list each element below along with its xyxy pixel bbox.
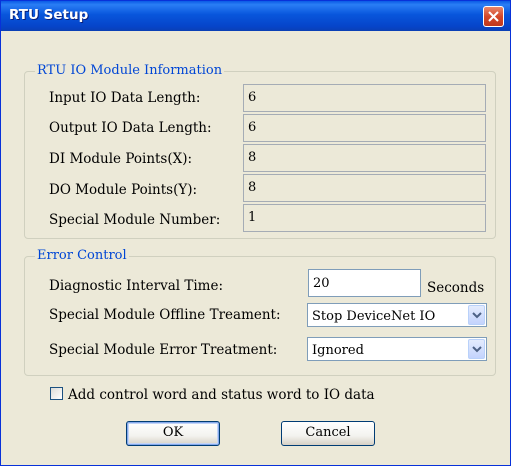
di-module-points-label: DI Module Points(X): <box>49 151 193 167</box>
special-module-number-value: 1 <box>243 204 486 232</box>
cancel-button[interactable]: Cancel <box>281 421 375 446</box>
do-module-points-label: DO Module Points(Y): <box>49 182 198 198</box>
error-control-group-legend: Error Control <box>35 248 129 264</box>
error-treatment-label: Special Module Error Treatment: <box>49 342 278 358</box>
close-icon <box>488 11 499 22</box>
di-module-points-value: 8 <box>243 144 486 172</box>
output-io-length-value: 6 <box>243 114 486 142</box>
ok-button[interactable]: OK <box>126 421 220 446</box>
offline-treatment-label: Special Module Offline Treament: <box>49 307 281 323</box>
diagnostic-interval-unit: Seconds <box>427 280 485 296</box>
diagnostic-interval-input[interactable] <box>308 269 421 297</box>
offline-treatment-select[interactable]: Stop DeviceNet IO <box>307 303 487 327</box>
chevron-down-icon <box>472 312 482 319</box>
error-treatment-select[interactable]: Ignored <box>307 337 487 361</box>
title-bar[interactable]: RTU Setup <box>1 1 510 31</box>
do-module-points-value: 8 <box>243 174 486 202</box>
io-module-group-legend: RTU IO Module Information <box>35 63 225 79</box>
special-module-number-label: Special Module Number: <box>49 212 221 228</box>
input-io-length-label: Input IO Data Length: <box>49 90 201 106</box>
diagnostic-interval-label: Diagnostic Interval Time: <box>49 278 224 294</box>
offline-treatment-value: Stop DeviceNet IO <box>312 309 436 324</box>
control-status-word-checkbox[interactable] <box>50 387 63 400</box>
error-treatment-value: Ignored <box>312 343 364 358</box>
close-button[interactable] <box>483 6 504 27</box>
control-status-word-label[interactable]: Add control word and status word to IO d… <box>68 386 375 404</box>
chevron-down-icon <box>472 346 482 353</box>
error-treatment-dropdown-button[interactable] <box>468 339 485 359</box>
output-io-length-label: Output IO Data Length: <box>49 120 212 136</box>
dialog-title: RTU Setup <box>9 7 89 23</box>
offline-treatment-dropdown-button[interactable] <box>468 305 485 325</box>
input-io-length-value: 6 <box>243 84 486 112</box>
rtu-setup-dialog: RTU Setup RTU IO Module Information Inpu… <box>0 0 511 466</box>
